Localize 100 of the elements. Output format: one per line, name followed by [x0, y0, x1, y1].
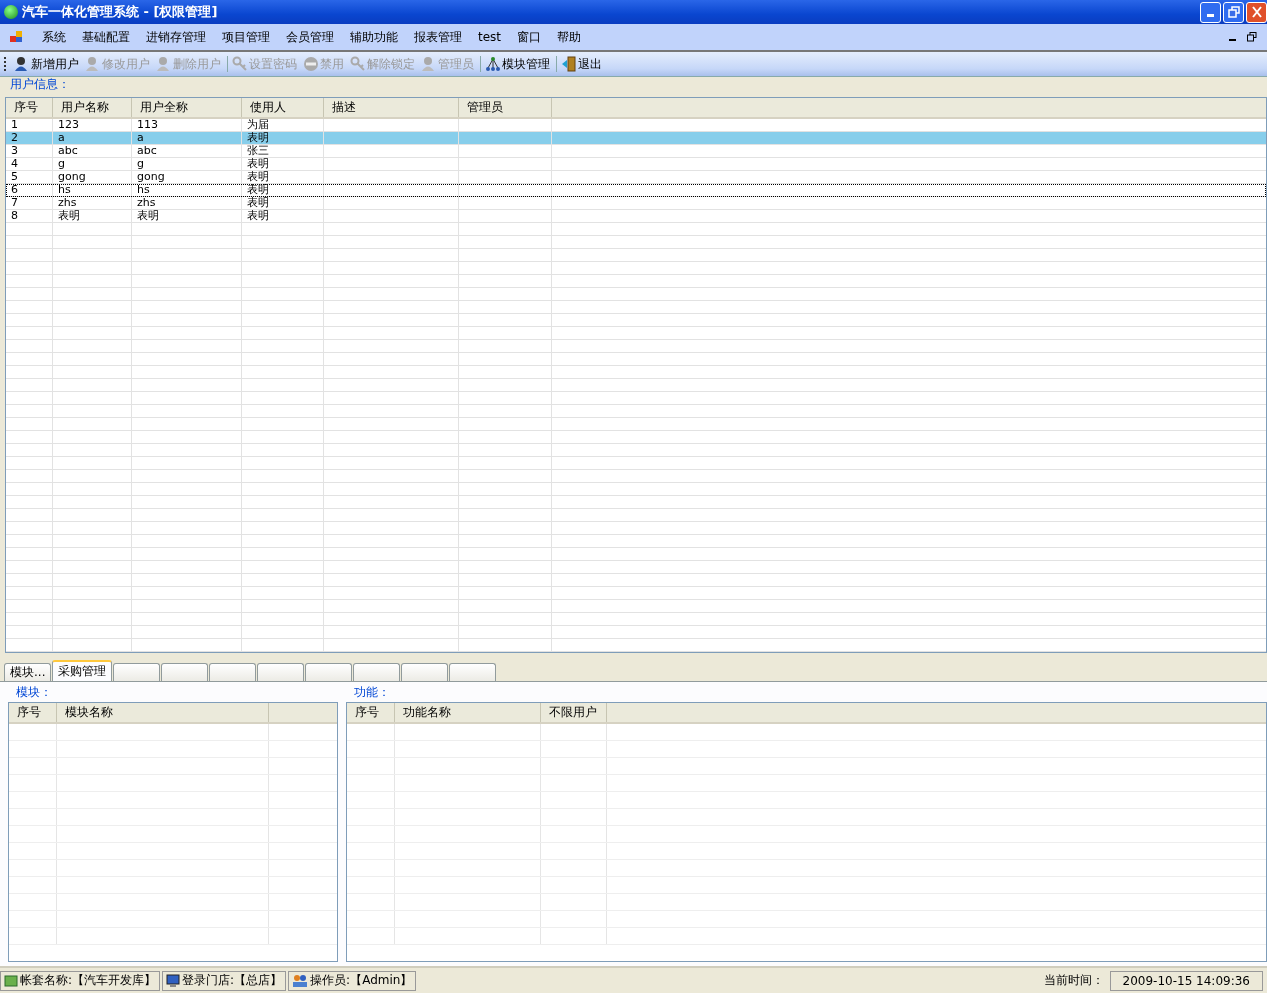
- table-cell: 表明: [132, 210, 242, 222]
- table-cell: a: [53, 132, 132, 144]
- menu-item[interactable]: 报表管理: [406, 28, 470, 46]
- table-cell: gong: [53, 171, 132, 183]
- table-cell: 123: [53, 119, 132, 131]
- table-row[interactable]: 4 g g 表明: [6, 158, 1266, 171]
- table-cell: a: [132, 132, 242, 144]
- computer-icon: [166, 973, 181, 988]
- column-header[interactable]: 管理员: [459, 98, 552, 117]
- window-title: 汽车一体化管理系统 - [权限管理]: [22, 3, 219, 21]
- toolbar-button[interactable]: 退出: [559, 53, 606, 75]
- column-header[interactable]: 用户全称: [132, 98, 242, 117]
- table-cell: abc: [53, 145, 132, 157]
- table-cell: 6: [6, 184, 53, 196]
- toolbar-button[interactable]: 新增用户: [12, 53, 83, 75]
- user-icon: [156, 56, 172, 72]
- menu-item[interactable]: 项目管理: [214, 28, 278, 46]
- blank-tab[interactable]: [401, 663, 449, 681]
- column-header[interactable]: 序号: [6, 98, 53, 117]
- table-cell: 8: [6, 210, 53, 222]
- blank-tab[interactable]: [113, 663, 161, 681]
- menu-item[interactable]: 帮助: [549, 28, 590, 46]
- blank-tab[interactable]: [161, 663, 209, 681]
- table-cell: 表明: [242, 132, 324, 144]
- table-cell: hs: [132, 184, 242, 196]
- table-row[interactable]: 3 abc abc 张三: [6, 145, 1266, 158]
- table-cell: 7: [6, 197, 53, 209]
- table-cell: 表明: [242, 171, 324, 183]
- blank-tab[interactable]: [449, 663, 497, 681]
- table-cell: gong: [132, 171, 242, 183]
- table-row[interactable]: 2 a a 表明: [6, 132, 1266, 145]
- table-cell: g: [53, 158, 132, 170]
- restore-icon: [1227, 6, 1240, 18]
- table-cell: 113: [132, 119, 242, 131]
- group-title: 用户信息：: [9, 77, 71, 93]
- table-row[interactable]: 5 gong gong 表明: [6, 171, 1266, 184]
- blank-tab[interactable]: [305, 663, 353, 681]
- column-header[interactable]: 用户名称: [53, 98, 132, 117]
- menu-item[interactable]: 进销存管理: [138, 28, 214, 46]
- close-icon: [1251, 6, 1262, 18]
- column-header[interactable]: 模块名称: [57, 703, 269, 722]
- exit-door-icon: [561, 56, 577, 72]
- table-row[interactable]: 8 表明 表明 表明: [6, 210, 1266, 223]
- menu-item[interactable]: 会员管理: [278, 28, 342, 46]
- group-title: 模块：: [15, 684, 53, 701]
- table-cell: 4: [6, 158, 53, 170]
- menu-item[interactable]: 窗口: [509, 28, 550, 46]
- users-icon: [292, 973, 309, 988]
- tab[interactable]: 模块...: [4, 663, 52, 681]
- current-time: 2009-10-15 14:09:36: [1109, 970, 1263, 991]
- tree-icon: [485, 56, 501, 72]
- table-row[interactable]: 7 zhs zhs 表明: [6, 197, 1266, 210]
- blank-tab[interactable]: [209, 663, 257, 681]
- blank-tab[interactable]: [353, 663, 401, 681]
- restore-icon[interactable]: [1247, 32, 1257, 42]
- table-cell: 张三: [242, 145, 324, 157]
- table-cell: 表明: [242, 210, 324, 222]
- status-panel: 操作员:【Admin】: [288, 970, 417, 991]
- table-cell: 1: [6, 119, 53, 131]
- close-button[interactable]: [1246, 1, 1267, 23]
- table-cell: 表明: [53, 210, 132, 222]
- table-cell: 5: [6, 171, 53, 183]
- book-icon: [4, 973, 18, 988]
- table-cell: hs: [53, 184, 132, 196]
- column-header[interactable]: 使用人: [242, 98, 324, 117]
- menu-item[interactable]: 系统: [34, 28, 74, 46]
- table-cell: abc: [132, 145, 242, 157]
- table-cell: 表明: [242, 197, 324, 209]
- menu-item[interactable]: 基础配置: [74, 28, 138, 46]
- user-icon: [421, 56, 437, 72]
- table-cell: zhs: [53, 197, 132, 209]
- user-icon: [85, 56, 101, 72]
- table-cell: 为届: [242, 119, 324, 131]
- menu-item[interactable]: 辅助功能: [342, 28, 406, 46]
- minimize-button[interactable]: [1200, 1, 1221, 23]
- table-cell: zhs: [132, 197, 242, 209]
- toolbar-button[interactable]: 模块管理: [483, 53, 554, 75]
- column-header[interactable]: 描述: [324, 98, 459, 117]
- app-icon: [4, 5, 18, 19]
- table-cell: 2: [6, 132, 53, 144]
- blank-tab[interactable]: [257, 663, 305, 681]
- menu-item[interactable]: test: [470, 30, 510, 44]
- ban-icon: [303, 56, 319, 72]
- column-header[interactable]: 不限用户: [541, 703, 607, 722]
- key-icon: [232, 56, 248, 72]
- restore-button[interactable]: [1223, 1, 1244, 23]
- column-header[interactable]: 序号: [9, 703, 57, 722]
- tab[interactable]: 采购管理: [52, 660, 113, 681]
- table-cell: 表明: [242, 158, 324, 170]
- column-header[interactable]: 序号: [347, 703, 395, 722]
- user-icon: [14, 56, 30, 72]
- app-menu-icon[interactable]: [10, 31, 24, 43]
- status-panel: 登录门店:【总店】: [162, 970, 287, 991]
- table-cell: g: [132, 158, 242, 170]
- table-cell: 3: [6, 145, 53, 157]
- column-header[interactable]: 功能名称: [395, 703, 541, 722]
- status-panel: 帐套名称:【汽车开发库】: [0, 970, 161, 991]
- time-label: 当前时间：: [1043, 972, 1104, 989]
- minimize-icon: [1207, 14, 1214, 17]
- key-icon: [350, 56, 366, 72]
